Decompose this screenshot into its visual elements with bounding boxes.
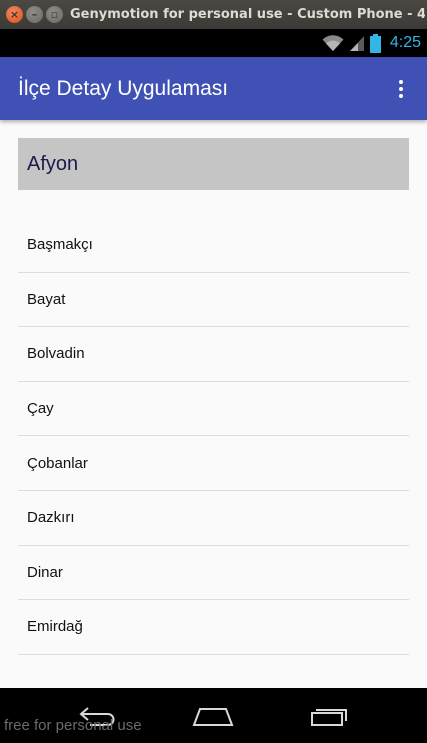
navigation-bar <box>0 688 427 743</box>
home-icon[interactable] <box>183 696 243 736</box>
wifi-icon <box>322 34 344 52</box>
back-icon[interactable] <box>68 696 128 736</box>
status-bar: 4:25 <box>0 29 427 57</box>
battery-icon <box>369 33 381 53</box>
app-toolbar: İlçe Detay Uygulaması <box>0 57 427 120</box>
list-item[interactable]: Emirdağ <box>18 600 409 655</box>
minimize-window-button[interactable]: – <box>26 6 43 23</box>
list-item[interactable]: Bayat <box>18 273 409 328</box>
list-item[interactable]: Çobanlar <box>18 436 409 491</box>
window-controls: × – ▫ <box>6 6 63 23</box>
signal-icon <box>349 35 365 52</box>
city-header: Afyon <box>18 138 409 190</box>
list-item[interactable]: Bolvadin <box>18 327 409 382</box>
list-item[interactable]: Çay <box>18 382 409 437</box>
overflow-menu-icon[interactable] <box>391 74 411 104</box>
close-window-button[interactable]: × <box>6 6 23 23</box>
city-name: Afyon <box>27 152 79 175</box>
district-list[interactable]: Başmakçı Bayat Bolvadin Çay Çobanlar Daz… <box>18 218 409 655</box>
app-title: İlçe Detay Uygulaması <box>18 76 229 100</box>
status-clock: 4:25 <box>389 34 421 51</box>
list-item[interactable]: Başmakçı <box>18 218 409 273</box>
content-area: Afyon Başmakçı Bayat Bolvadin Çay Çobanl… <box>0 120 427 688</box>
list-item[interactable]: Dinar <box>18 546 409 601</box>
recents-icon[interactable] <box>299 696 359 736</box>
window-title: Genymotion for personal use - Custom Pho… <box>70 7 425 22</box>
list-item[interactable]: Dazkırı <box>18 491 409 546</box>
maximize-window-button[interactable]: ▫ <box>46 6 63 23</box>
window-titlebar: × – ▫ Genymotion for personal use - Cust… <box>0 0 427 29</box>
